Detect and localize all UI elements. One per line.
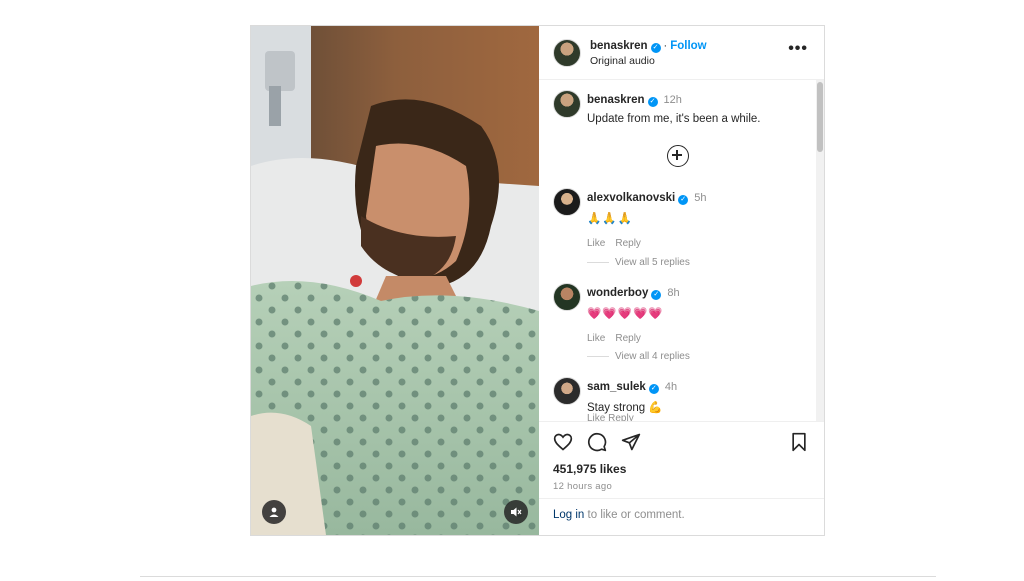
- like-comment-button[interactable]: Like: [587, 413, 605, 421]
- verified-badge-icon: ✓: [650, 42, 661, 53]
- divider: [140, 576, 936, 577]
- login-link[interactable]: Log in: [553, 509, 584, 521]
- caption-time[interactable]: 12h: [664, 94, 682, 106]
- avatar[interactable]: [553, 90, 581, 118]
- comment-text: 🙏🙏🙏: [587, 213, 633, 225]
- reply-button[interactable]: Reply: [615, 333, 641, 344]
- plus-circle-icon[interactable]: [667, 145, 689, 167]
- post-header: benaskren ✓ · Follow Original audio •••: [539, 26, 824, 80]
- login-prompt: Log in to like or comment.: [539, 498, 824, 532]
- post-sidebar: benaskren ✓ · Follow Original audio ••• ben…: [539, 26, 824, 535]
- scrollbar[interactable]: [816, 80, 824, 421]
- share-icon[interactable]: [621, 432, 641, 452]
- verified-badge-icon: ✓: [648, 384, 659, 394]
- comment-item: alexvolkanovski ✓ 5h 🙏🙏🙏 Like Reply: [553, 188, 706, 249]
- mute-button[interactable]: [504, 500, 528, 524]
- muted-speaker-icon: [511, 507, 522, 517]
- verified-badge-icon: ✓: [651, 290, 662, 300]
- view-replies-button[interactable]: View all 5 replies: [587, 257, 690, 268]
- caption: benaskren ✓ 12h Update from me, it's been …: [553, 90, 761, 125]
- comment-username[interactable]: wonderboy: [587, 287, 648, 299]
- comment-time: 8h: [667, 287, 680, 299]
- view-replies-button[interactable]: View all 4 replies: [587, 351, 690, 362]
- comment-username[interactable]: sam_sulek: [587, 381, 646, 393]
- more-options-button[interactable]: •••: [788, 41, 808, 57]
- reply-button[interactable]: Reply: [615, 238, 641, 249]
- verified-badge-icon: ✓: [678, 195, 689, 205]
- bookmark-icon[interactable]: [790, 432, 808, 452]
- comment-time: 5h: [694, 192, 707, 204]
- caption-username[interactable]: benaskren: [587, 94, 645, 106]
- comment-item: sam_sulek ✓ 4h Stay strong 💪: [553, 377, 677, 414]
- verified-badge-icon: ✓: [647, 97, 658, 107]
- comment-username[interactable]: alexvolkanovski: [587, 192, 675, 204]
- scrollbar-thumb[interactable]: [817, 82, 823, 152]
- post-actions: 451,975 likes 12 hours ago Log in to lik…: [539, 422, 824, 532]
- post-time[interactable]: 12 hours ago: [553, 481, 612, 492]
- user-icon: [269, 507, 279, 517]
- comment-item: wonderboy ✓ 8h 💗💗💗💗💗 Like Reply: [553, 283, 680, 344]
- like-comment-button[interactable]: Like: [587, 333, 605, 344]
- comment-time: 4h: [664, 381, 678, 393]
- audio-label[interactable]: Original audio: [590, 54, 707, 69]
- login-prompt-text: to like or comment.: [584, 509, 685, 521]
- video-frame: [251, 26, 539, 535]
- avatar[interactable]: [553, 38, 581, 67]
- like-count[interactable]: 451,975 likes: [553, 462, 626, 476]
- heart-icon[interactable]: [553, 432, 573, 452]
- user-tag-button[interactable]: [262, 500, 286, 524]
- follow-button[interactable]: Follow: [670, 40, 706, 52]
- video-player[interactable]: [251, 26, 539, 535]
- avatar[interactable]: [553, 188, 581, 216]
- comment-text: 💗💗💗💗💗: [587, 308, 664, 320]
- comment-text: Stay strong 💪: [587, 402, 663, 414]
- avatar[interactable]: [553, 377, 581, 405]
- instagram-embed: benaskren ✓ · Follow Original audio ••• ben…: [250, 25, 825, 536]
- comments-panel[interactable]: benaskren ✓ 12h Update from me, it's been …: [539, 80, 824, 422]
- comment-actions-partial: Like Reply: [587, 413, 634, 421]
- comment-icon[interactable]: [587, 432, 607, 452]
- author-username[interactable]: benaskren: [590, 40, 648, 52]
- caption-text: Update from me, it's been a while.: [587, 113, 761, 125]
- separator-dot: ·: [663, 39, 668, 52]
- reply-button[interactable]: Reply: [608, 413, 634, 421]
- like-comment-button[interactable]: Like: [587, 238, 605, 249]
- avatar[interactable]: [553, 283, 581, 311]
